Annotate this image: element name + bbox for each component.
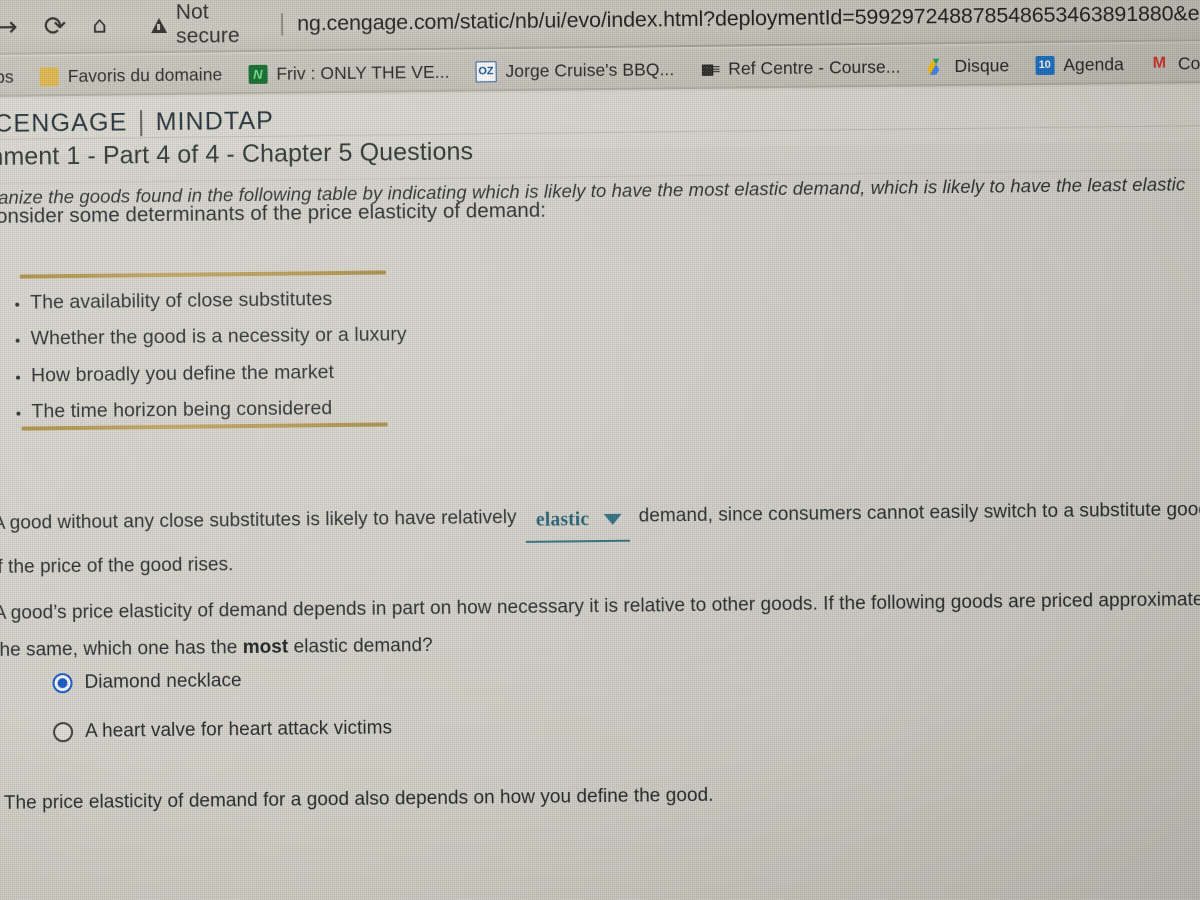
- bookmark-friv[interactable]: N Friv : ONLY THE VE...: [248, 61, 450, 84]
- list-item: The time horizon being considered: [31, 397, 407, 422]
- bookmark-label: Apps: [0, 66, 14, 87]
- question-body: Consider some determinants of the price …: [0, 173, 1200, 900]
- bookmark-favoris-du-domaine[interactable]: Favoris du domaine: [39, 63, 223, 87]
- google-drive-icon: [926, 57, 945, 76]
- bookmark-agenda[interactable]: 10 Agenda: [1035, 54, 1124, 76]
- bookmark-disque[interactable]: Disque: [926, 55, 1009, 77]
- logo-divider: [140, 109, 143, 136]
- bookmark-apps[interactable]: Apps: [0, 66, 14, 87]
- elasticity-dropdown[interactable]: elastic: [525, 500, 630, 543]
- bookmark-label: Ref Centre - Course...: [728, 56, 901, 79]
- home-icon[interactable]: ⌂: [92, 12, 107, 38]
- address-bar-url[interactable]: ng.cengage.com/static/nb/ui/evo/index.ht…: [297, 0, 1200, 36]
- choice-heart-valve[interactable]: A heart valve for heart attack victims: [52, 717, 393, 743]
- bookmark-label: Disque: [954, 54, 1010, 76]
- url-divider: |: [278, 9, 286, 37]
- screen-area: → ⟳ ⌂ Not secure | ng.cengage.com/static…: [0, 0, 1200, 900]
- chevron-down-icon: [603, 513, 622, 526]
- choice-label: Diamond necklace: [84, 670, 242, 693]
- bookmark-jorge-cruise-bbq[interactable]: OZ Jorge Cruise's BBQ...: [475, 59, 674, 82]
- list-item: Whether the good is a necessity or a lux…: [30, 324, 406, 350]
- bookmark-label: Friv : ONLY THE VE...: [276, 61, 450, 84]
- forward-arrow-icon[interactable]: →: [0, 11, 18, 42]
- choice-group: Diamond necklace A heart valve for heart…: [52, 668, 392, 770]
- gold-rule-top: [19, 270, 386, 279]
- monitor-photo: → ⟳ ⌂ Not secure | ng.cengage.com/static…: [0, 0, 1200, 900]
- prompt-part-1: A good’s price elasticity of demand depe…: [0, 589, 1200, 661]
- reload-icon[interactable]: ⟳: [44, 11, 67, 42]
- ref-centre-icon: ▩≡: [700, 60, 719, 77]
- friv-icon: N: [248, 64, 268, 84]
- cengage-wordmark: CENGAGE: [0, 108, 128, 138]
- dropdown-sentence-before: A good without any close substitutes is …: [0, 506, 517, 534]
- prompt-part-2: elastic demand?: [288, 635, 433, 658]
- bookmark-label: Agenda: [1063, 53, 1125, 75]
- google-calendar-icon: 10: [1035, 55, 1055, 75]
- cengage-mindtap-logo[interactable]: CENGAGE MINDTAP: [0, 107, 274, 140]
- choice-label: A heart valve for heart attack victims: [84, 717, 393, 742]
- bookmark-ref-centre[interactable]: ▩≡ Ref Centre - Course...: [700, 56, 901, 79]
- choice-diamond-necklace[interactable]: Diamond necklace: [52, 668, 391, 694]
- radio-button[interactable]: [52, 673, 73, 694]
- list-item: How broadly you define the market: [31, 361, 407, 386]
- list-item: The availability of close substitutes: [30, 288, 406, 313]
- question-lead-text: Consider some determinants of the price …: [0, 198, 547, 229]
- bookmark-label: Jorge Cruise's BBQ...: [505, 58, 675, 81]
- bookmark-label: Favoris du domaine: [67, 63, 223, 86]
- prompt-bold-word: most: [242, 636, 289, 659]
- page-viewport: CENGAGE MINDTAP ssignment 1 - Part 4 of …: [0, 84, 1200, 900]
- dropdown-sentence: A good without any close substitutes is …: [0, 491, 1200, 586]
- page-title: ssignment 1 - Part 4 of 4 - Chapter 5 Qu…: [0, 137, 474, 172]
- warning-triangle-icon: [150, 17, 168, 33]
- radio-button[interactable]: [52, 722, 74, 743]
- folder-icon: [39, 66, 59, 86]
- gmail-icon: M: [1152, 54, 1167, 72]
- bookmark-label: Courriel: [1177, 52, 1200, 73]
- define-good-text: The price elasticity of demand for a goo…: [3, 784, 714, 814]
- determinants-list: The availability of close substitutes Wh…: [8, 288, 408, 438]
- bookmark-courriel[interactable]: M Courriel: [1150, 52, 1200, 74]
- mindtap-wordmark: MINDTAP: [155, 106, 275, 137]
- not-secure-label: Not secure: [175, 0, 240, 48]
- site-security-indicator[interactable]: Not secure: [150, 0, 266, 49]
- oz-icon: OZ: [475, 60, 497, 82]
- most-elastic-prompt: A good’s price elasticity of demand depe…: [0, 581, 1200, 669]
- dropdown-selected-value: elastic: [535, 509, 590, 531]
